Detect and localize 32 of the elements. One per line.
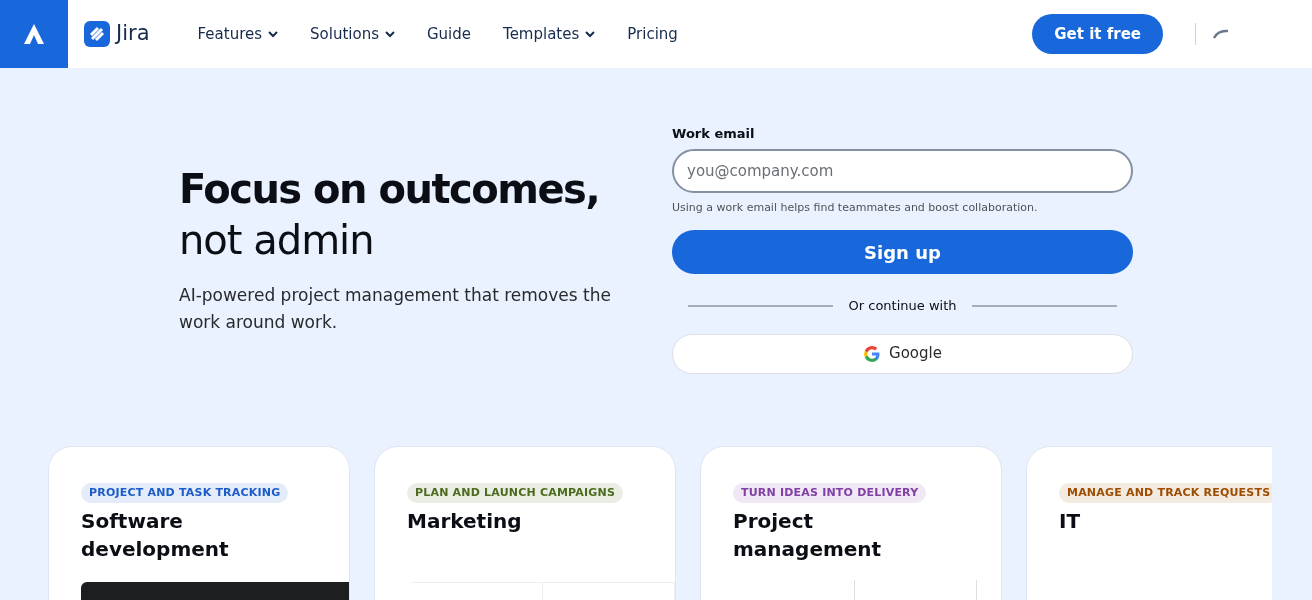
field-label: Work email (672, 125, 756, 143)
template-card[interactable]: PLAN AND LAUNCH CAMPAIGNS Marketing (374, 445, 676, 600)
template-card[interactable]: TURN IDEAS INTO DELIVERY Project management (700, 445, 1002, 600)
category-tag: PROJECT AND TASK TRACKING (81, 482, 289, 503)
hero-description: AI-powered project management that removes the work around work. (179, 284, 612, 335)
card-title: Software development (81, 508, 230, 563)
triangle-logo-icon (23, 23, 45, 45)
google-logo-icon (863, 344, 882, 363)
nav-link[interactable]: Features (181, 16, 295, 52)
nav-link[interactable]: Solutions (294, 16, 411, 52)
sign-up-button[interactable]: Sign up (672, 230, 1133, 274)
nav-link[interactable]: Pricing (611, 16, 694, 52)
get-started-button[interactable]: Get it free (1032, 13, 1163, 55)
category-tag: MANAGE AND TRACK REQUESTS (1059, 482, 1272, 503)
brand-name[interactable]: Jira (116, 18, 150, 50)
template-card[interactable]: PROJECT AND TASK TRACKING Software development (48, 445, 350, 600)
template-card[interactable]: MANAGE AND TRACK REQUESTS IT (1026, 445, 1272, 600)
card-title: IT (1059, 508, 1082, 535)
card-title: Project management (733, 508, 883, 563)
hero-title: Focus on outcomes, (179, 165, 601, 214)
nav-link[interactable]: Guide (410, 16, 487, 52)
email-input[interactable]: you@company.com (672, 148, 1133, 193)
google-sign-in-button[interactable]: Google (672, 333, 1133, 374)
nav-link[interactable]: Templates (487, 16, 612, 52)
category-tag: PLAN AND LAUNCH CAMPAIGNS (407, 482, 624, 503)
category-tag: TURN IDEAS INTO DELIVERY (733, 482, 927, 503)
atlassian-logo[interactable] (0, 0, 68, 68)
hero-subtitle: not admin (179, 216, 375, 264)
divider-text: Or continue with (848, 297, 957, 315)
jira-logo-icon (84, 21, 110, 47)
card-title: Marketing (407, 508, 523, 535)
field-hint: Using a work email helps find teammates and boost collaboration. (672, 199, 1039, 216)
